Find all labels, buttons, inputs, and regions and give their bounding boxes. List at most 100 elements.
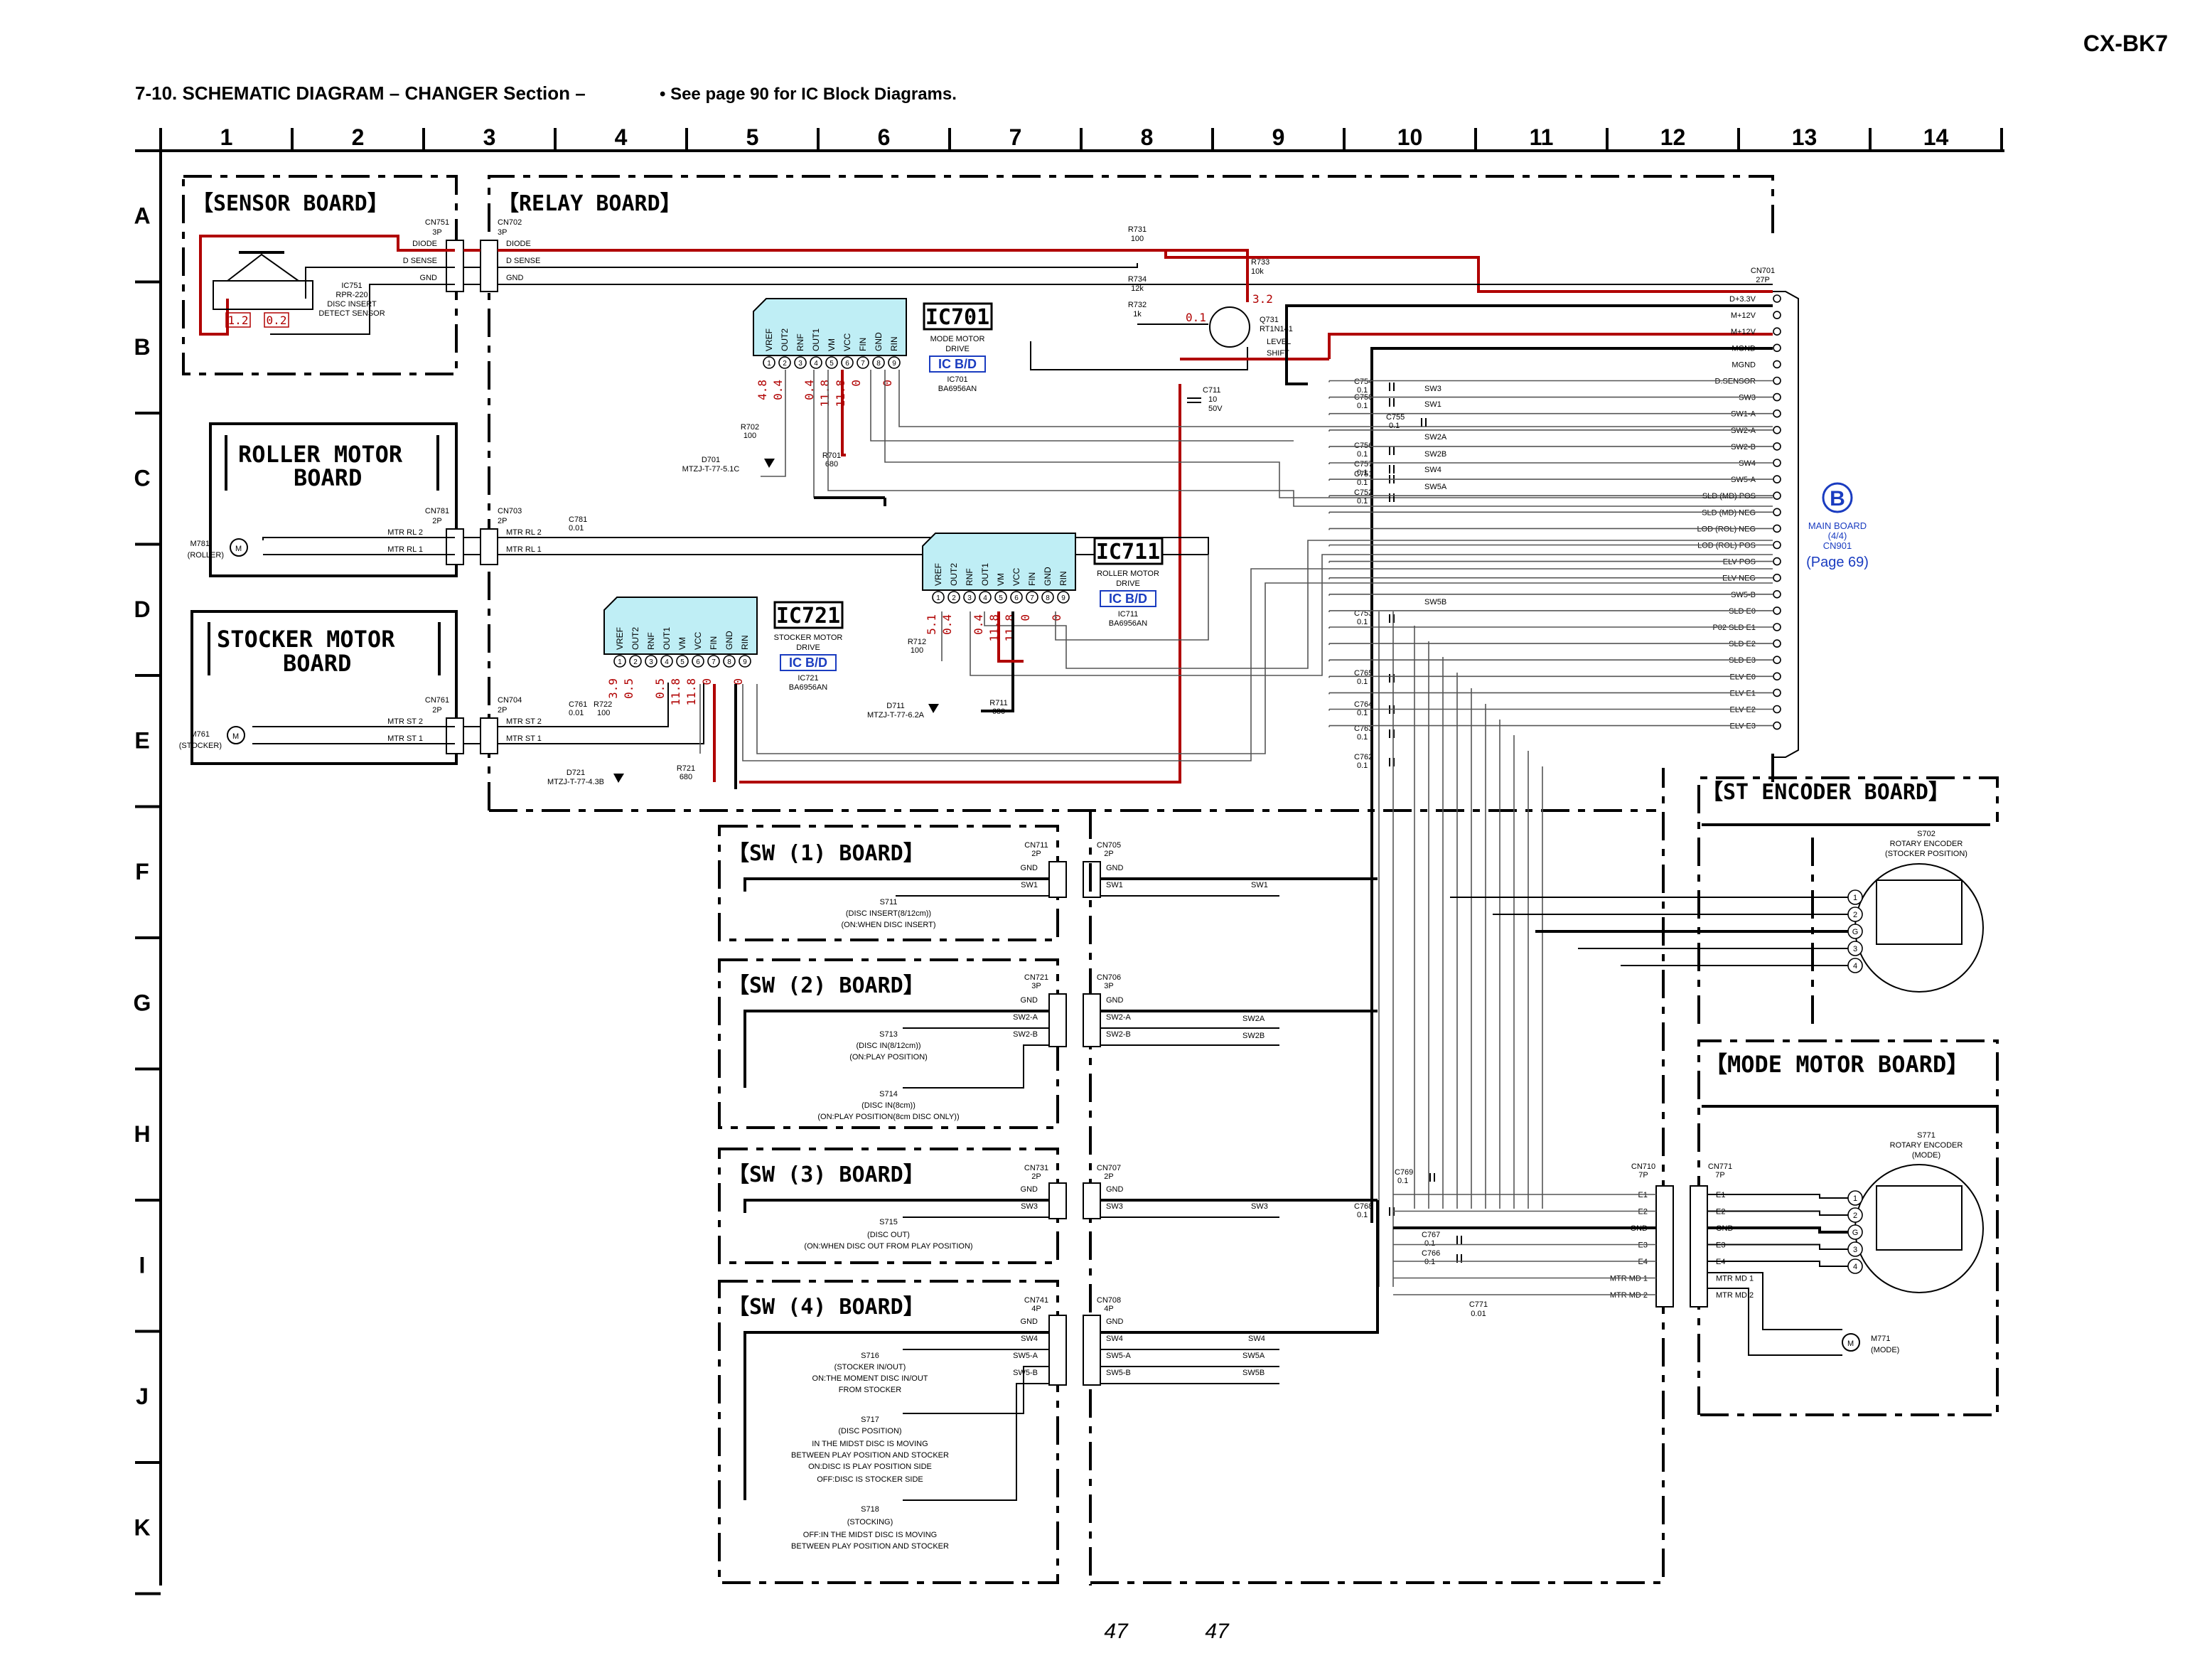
row-label: G xyxy=(134,990,151,1015)
capacitor-label: C756 xyxy=(1354,442,1373,450)
encoder-pin: 2 xyxy=(1853,911,1857,919)
sensor-board-title: 【SENSOR BOARD】 xyxy=(192,191,389,216)
ic-pin-voltage: 11.8 xyxy=(1003,614,1016,642)
svg-text:0.1: 0.1 xyxy=(1357,497,1368,506)
svg-text:(STOCKER POSITION): (STOCKER POSITION) xyxy=(1885,850,1967,858)
svg-text:0.01: 0.01 xyxy=(1471,1310,1486,1318)
svg-text:MTR RL 1: MTR RL 1 xyxy=(506,545,542,554)
svg-text:3P: 3P xyxy=(1104,982,1113,990)
ic-pin-label: RIN xyxy=(889,336,899,351)
svg-text:5: 5 xyxy=(680,658,684,666)
svg-text:7P: 7P xyxy=(1638,1171,1648,1180)
svg-text:100: 100 xyxy=(743,432,756,440)
svg-text:100: 100 xyxy=(1131,235,1144,243)
cn701-pin-label: SW5-B xyxy=(1731,591,1756,599)
svg-text:BA6956AN: BA6956AN xyxy=(1109,619,1147,628)
svg-text:(STOCKER): (STOCKER) xyxy=(179,742,222,750)
svg-text:ON:DISC IS PLAY POSITION SIDE: ON:DISC IS PLAY POSITION SIDE xyxy=(808,1463,932,1471)
ic-pin-voltage: 0 xyxy=(881,380,894,387)
svg-text:5: 5 xyxy=(830,360,834,368)
svg-text:MTR ST 1: MTR ST 1 xyxy=(506,734,542,743)
row-label: D xyxy=(134,597,150,622)
q731-voltage-1: 0.1 xyxy=(1186,311,1206,324)
svg-text:D SENSE: D SENSE xyxy=(506,257,540,265)
capacitor-label: C769 xyxy=(1395,1168,1413,1177)
ic-pin-voltage: 0.5 xyxy=(653,678,667,699)
svg-text:SW2-B: SW2-B xyxy=(1106,1030,1131,1039)
svg-text:0.1: 0.1 xyxy=(1397,1177,1408,1185)
svg-text:2P: 2P xyxy=(1031,1172,1041,1181)
svg-text:4: 4 xyxy=(814,360,818,368)
svg-text:SW3: SW3 xyxy=(1021,1202,1038,1211)
svg-text:DISC INSERT: DISC INSERT xyxy=(327,300,377,309)
svg-text:CN771: CN771 xyxy=(1708,1162,1732,1171)
svg-text:M: M xyxy=(1847,1340,1854,1348)
svg-text:(4/4): (4/4) xyxy=(1828,530,1847,541)
svg-text:CN761: CN761 xyxy=(425,696,449,705)
svg-text:M781: M781 xyxy=(190,540,210,548)
ic-pin-label: VM xyxy=(996,573,1006,586)
ic-pin-label: VREF xyxy=(615,627,625,650)
svg-text:(ON:WHEN DISC OUT FROM PLAY PO: (ON:WHEN DISC OUT FROM PLAY POSITION) xyxy=(804,1242,972,1251)
ic721-block-diagram-link[interactable]: IC B/D xyxy=(789,656,827,670)
svg-text:0.1: 0.1 xyxy=(1389,422,1400,430)
block-diagram-note: • See page 90 for IC Block Diagrams. xyxy=(660,85,957,104)
cn701-pin-label: SLD E0 xyxy=(1729,607,1756,616)
svg-text:SW2-B: SW2-B xyxy=(1013,1030,1038,1039)
svg-text:CN704: CN704 xyxy=(498,696,522,705)
svg-text:DRIVE: DRIVE xyxy=(945,345,970,353)
svg-text:(STOCKING): (STOCKING) xyxy=(847,1518,893,1526)
relay-board: 【RELAY BOARD】 CN702 3P DIODE D SENSE GND… xyxy=(463,175,1774,1223)
svg-text:D711: D711 xyxy=(886,702,904,710)
switch-net-label: SW2A xyxy=(1424,433,1447,442)
svg-text:GND: GND xyxy=(1106,1317,1124,1326)
capacitor-label: C751 xyxy=(1354,470,1373,478)
ic701-block-diagram-link[interactable]: IC B/D xyxy=(938,357,977,371)
svg-text:6: 6 xyxy=(1014,594,1019,602)
column-label: 11 xyxy=(1530,124,1554,150)
capacitor-label: C764 xyxy=(1354,700,1373,709)
cn701-pin-label: ELV POS xyxy=(1723,558,1756,567)
cn701-pin-label: MGND xyxy=(1732,360,1756,369)
svg-text:S702: S702 xyxy=(1917,830,1936,838)
ic-pin-label: FIN xyxy=(858,338,868,351)
svg-text:1: 1 xyxy=(936,594,940,602)
column-label: 4 xyxy=(615,124,628,150)
sw3-board: 【SW (3) BOARD】 CN731 2P CN707 2P GND SW3… xyxy=(718,1148,1378,1264)
svg-text:1: 1 xyxy=(767,360,771,368)
svg-text:S771: S771 xyxy=(1917,1131,1936,1140)
svg-text:SW4: SW4 xyxy=(1021,1335,1038,1343)
svg-text:【SW (1) BOARD】: 【SW (1) BOARD】 xyxy=(728,841,925,866)
cn701-pin-label: P02 SLD E1 xyxy=(1712,624,1756,632)
svg-text:【MODE MOTOR BOARD】: 【MODE MOTOR BOARD】 xyxy=(1704,1051,1969,1078)
st-encoder-board: 【ST ENCODER BOARD】 S702 ROTARY ENCODER (… xyxy=(1450,776,1999,1024)
ic-pin-label: OUT1 xyxy=(980,563,990,586)
svg-text:0.1: 0.1 xyxy=(1357,1211,1368,1219)
svg-text:S718: S718 xyxy=(861,1505,879,1514)
svg-text:SW5-B: SW5-B xyxy=(1013,1369,1038,1377)
cn701-pin-label: SW2-A xyxy=(1731,427,1756,435)
schematic-sheet: .ln{stroke:#000;stroke-width:2;fill:none… xyxy=(134,31,2168,1643)
cn701-pin-label: ELV E1 xyxy=(1730,689,1756,697)
svg-text:S717: S717 xyxy=(861,1416,879,1424)
svg-text:CN741: CN741 xyxy=(1024,1296,1048,1305)
column-label: 10 xyxy=(1397,124,1423,150)
ic-pin-voltage: 11.8 xyxy=(684,678,698,706)
column-label: 12 xyxy=(1660,124,1686,150)
cn701-pin-label: SW3 xyxy=(1739,394,1756,402)
switch-net-label: SW1 xyxy=(1424,400,1441,409)
svg-text:7: 7 xyxy=(712,658,716,666)
svg-text:10: 10 xyxy=(1208,395,1217,404)
ic-pin-label: VCC xyxy=(1011,567,1021,586)
row-labels: A B C D E F G H I J K xyxy=(134,203,151,1540)
ic711-block-diagram-link[interactable]: IC B/D xyxy=(1109,592,1147,606)
capacitor-label: C754 xyxy=(1354,378,1373,386)
svg-text:SW5-A: SW5-A xyxy=(1106,1352,1132,1360)
svg-text:GND: GND xyxy=(1021,864,1038,872)
cn701-pin-label: SLD (MD) POS xyxy=(1702,492,1756,501)
svg-text:OFF:IN THE MIDST DISC IS MOVIN: OFF:IN THE MIDST DISC IS MOVING xyxy=(803,1531,937,1539)
cn710-pin-label: MTR MD 2 xyxy=(1610,1291,1648,1300)
ic721-chip: VREF 1 3.9 OUT2 2 0.5 RNF 3 OUT1 4 0.5 VM 5 11.8 VCC 6 1… xyxy=(603,597,844,706)
svg-text:SW5-B: SW5-B xyxy=(1106,1369,1131,1377)
sw2-board: 【SW (2) BOARD】 CN721 3P CN706 3P GND SW2… xyxy=(718,958,1378,1129)
